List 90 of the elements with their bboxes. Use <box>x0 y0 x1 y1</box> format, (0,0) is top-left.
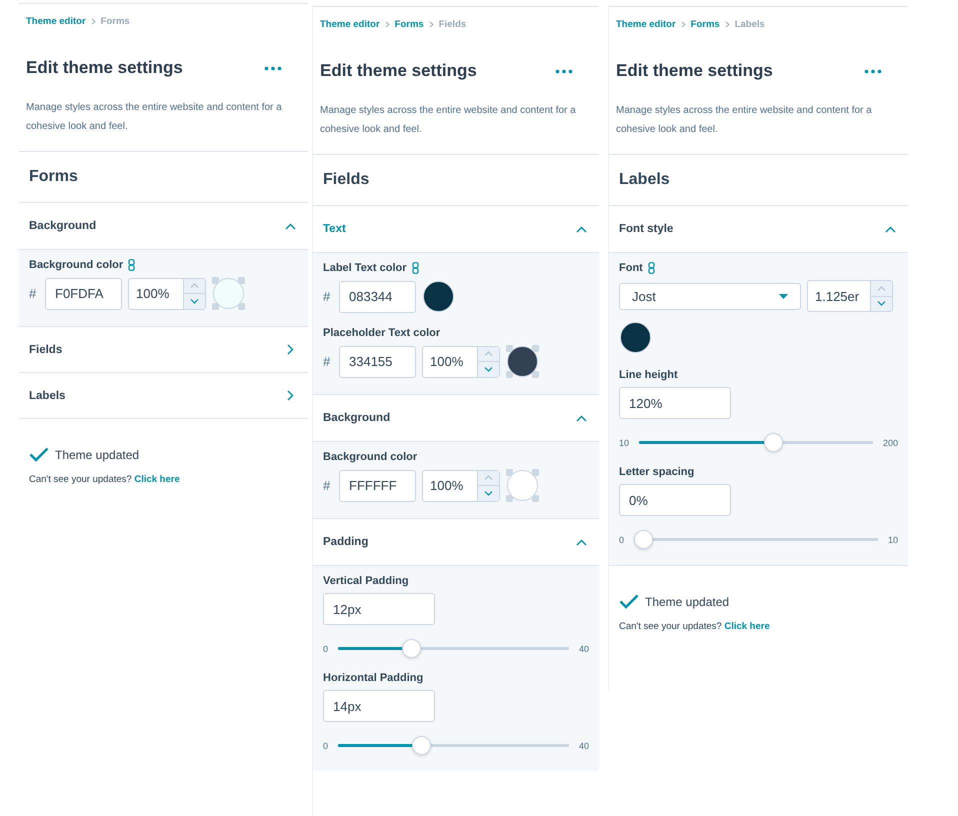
checkmark-icon <box>29 447 49 462</box>
breadcrumb-link[interactable]: Forms <box>690 19 720 30</box>
number-input[interactable]: 100% <box>423 346 477 376</box>
panel-title: Edit theme settings <box>616 61 773 81</box>
hash-sign: # <box>323 478 332 493</box>
status-message: Theme updated <box>645 594 730 608</box>
caret-up-icon <box>190 283 199 288</box>
link-icon <box>128 259 136 271</box>
chevron-up-icon <box>285 222 296 230</box>
slider-min-label: 0 <box>323 644 328 654</box>
more-options-icon[interactable] <box>264 66 282 70</box>
more-options-icon[interactable] <box>555 68 573 74</box>
dropdown-caret-icon <box>779 294 788 298</box>
breadcrumb-link[interactable]: Theme editor <box>320 19 380 30</box>
field-label: Background color <box>323 451 418 463</box>
slider-handle[interactable] <box>634 530 654 549</box>
slider-max-label: 40 <box>578 740 589 750</box>
slider-min-label: 0 <box>323 740 328 750</box>
hex-input[interactable]: FFFFFF <box>339 470 416 502</box>
breadcrumb-link[interactable]: Forms <box>394 19 424 30</box>
breadcrumb-link[interactable]: Theme editor <box>26 16 86 27</box>
chevron-up-icon <box>576 414 587 422</box>
value-input[interactable]: 14px <box>323 690 435 722</box>
field-label: Vertical Padding <box>323 575 409 587</box>
chevron-right-icon <box>287 390 294 401</box>
font-select[interactable]: Jost <box>619 282 801 310</box>
caret-down-icon <box>190 298 199 304</box>
click-here-link[interactable]: Click here <box>724 621 770 632</box>
caret-down-icon <box>484 366 493 372</box>
value-input[interactable]: 12px <box>323 593 435 625</box>
slider-max-label: 10 <box>888 534 898 544</box>
hash-sign: # <box>29 286 38 301</box>
caret-up-icon <box>484 475 493 480</box>
breadcrumb-link[interactable]: Theme editor <box>616 19 676 30</box>
breadcrumb-separator-icon <box>90 18 96 25</box>
hex-input[interactable]: 083344 <box>339 280 416 312</box>
breadcrumb-separator-icon <box>384 21 390 28</box>
value-input[interactable]: 0% <box>619 484 731 516</box>
slider-min-label: 10 <box>619 438 630 448</box>
color-swatch[interactable] <box>620 322 651 353</box>
caret-up-icon <box>484 351 493 356</box>
link-icon <box>412 262 419 274</box>
caret-down-icon <box>484 490 493 496</box>
more-options-icon[interactable] <box>864 68 882 74</box>
field-label: Background color <box>29 259 124 271</box>
panel-description: Manage styles across the entire website and content for a cohesive look and feel. <box>616 104 873 137</box>
panel-title: Edit theme settings <box>26 58 183 78</box>
update-prompt: Can't see your updates? Click here <box>619 621 771 632</box>
click-here-link[interactable]: Click here <box>134 474 180 485</box>
number-stepper[interactable]: 100% <box>422 470 500 502</box>
breadcrumb-separator-icon <box>680 21 686 28</box>
number-input[interactable]: 100% <box>423 470 477 500</box>
hex-input[interactable]: F0FDFA <box>45 278 122 310</box>
field-label: Line height <box>619 369 678 381</box>
breadcrumb-separator-icon <box>428 21 434 28</box>
panel-description: Manage styles across the entire website and content for a cohesive look and feel. <box>320 104 577 137</box>
number-input[interactable]: 100% <box>129 278 183 308</box>
update-prompt: Can't see your updates? Click here <box>29 474 181 485</box>
slider-max-label: 40 <box>578 644 589 654</box>
breadcrumb-separator-icon <box>724 21 730 28</box>
hex-input[interactable]: 334155 <box>339 346 416 378</box>
hash-sign: # <box>323 354 332 369</box>
slider-max-label: 200 <box>882 438 898 448</box>
field-label: Letter spacing <box>619 466 694 478</box>
slider-handle[interactable] <box>764 433 783 452</box>
number-input[interactable]: 1.125er <box>808 281 870 311</box>
number-stepper[interactable]: 100% <box>128 278 206 310</box>
caret-down-icon <box>877 301 886 306</box>
field-label: Placeholder Text color <box>323 327 440 339</box>
link-icon <box>648 262 655 274</box>
number-stepper[interactable]: 100% <box>422 346 500 378</box>
slider-min-label: 0 <box>619 534 624 544</box>
field-label: Font <box>619 262 643 274</box>
chevron-up-icon <box>885 226 896 232</box>
panel-description: Manage styles across the entire website and content for a cohesive look and feel. <box>26 101 283 134</box>
value-input[interactable]: 120% <box>619 387 731 419</box>
chevron-right-icon <box>287 344 294 355</box>
field-label: Label Text color <box>323 262 407 274</box>
number-stepper[interactable]: 1.125er <box>807 280 893 312</box>
checkmark-icon <box>619 594 639 609</box>
color-swatch[interactable] <box>423 281 454 312</box>
hash-sign: # <box>323 289 332 304</box>
slider-handle[interactable] <box>412 736 432 755</box>
chevron-up-icon <box>576 226 587 232</box>
status-message: Theme updated <box>55 448 140 462</box>
panel-title: Edit theme settings <box>320 61 477 81</box>
slider-handle[interactable] <box>402 639 421 658</box>
caret-up-icon <box>877 286 886 291</box>
chevron-up-icon <box>576 538 587 546</box>
field-label: Horizontal Padding <box>323 672 424 684</box>
